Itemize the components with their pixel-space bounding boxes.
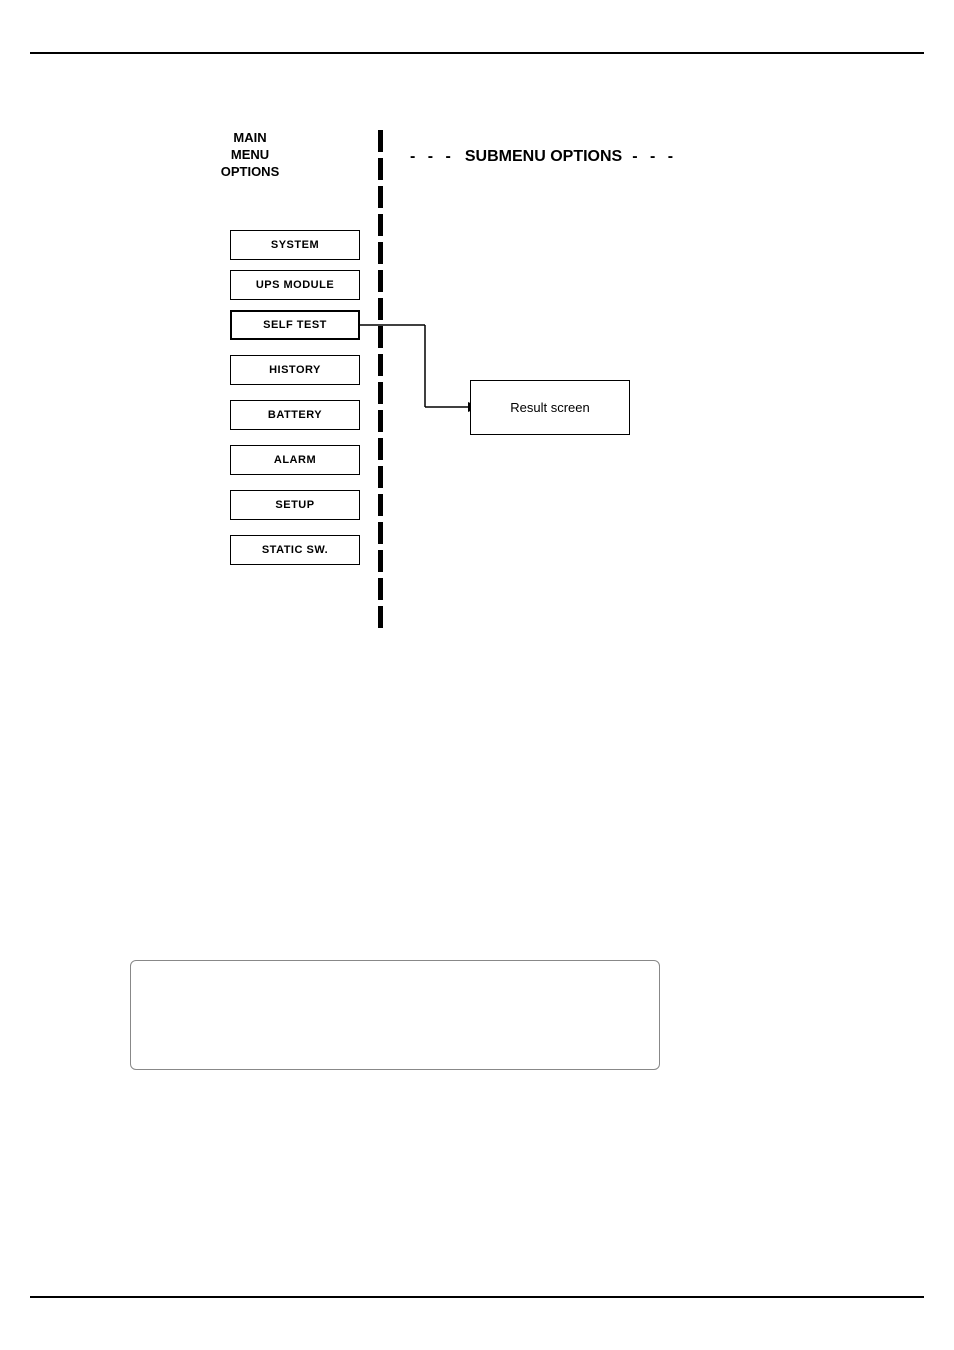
menu-item-setup[interactable]: SETUP xyxy=(230,490,360,520)
menu-item-ups-module[interactable]: UPS MODULE xyxy=(230,270,360,300)
submenu-dashes-right: - - - xyxy=(632,148,677,166)
result-screen-box: Result screen xyxy=(470,380,630,435)
menu-item-history[interactable]: HISTORY xyxy=(230,355,360,385)
menu-item-battery[interactable]: BATTERY xyxy=(230,400,360,430)
submenu-dashes-left: - - - xyxy=(410,148,455,166)
submenu-options-text: SUBMENU OPTIONS xyxy=(465,148,622,166)
lower-content-box xyxy=(130,960,660,1070)
menu-item-self-test[interactable]: SELF TEST xyxy=(230,310,360,340)
top-horizontal-rule xyxy=(30,52,924,54)
menu-item-alarm[interactable]: ALARM xyxy=(230,445,360,475)
main-menu-options-label: MAINMENUOPTIONS xyxy=(200,130,300,181)
menu-item-static-sw[interactable]: STATIC SW. xyxy=(230,535,360,565)
bottom-horizontal-rule xyxy=(30,1296,924,1298)
menu-item-system[interactable]: SYSTEM xyxy=(230,230,360,260)
menu-diagram: MAINMENUOPTIONS - - - SUBMENU OPTIONS - … xyxy=(180,130,780,630)
submenu-options-label: - - - SUBMENU OPTIONS - - - xyxy=(410,148,677,166)
